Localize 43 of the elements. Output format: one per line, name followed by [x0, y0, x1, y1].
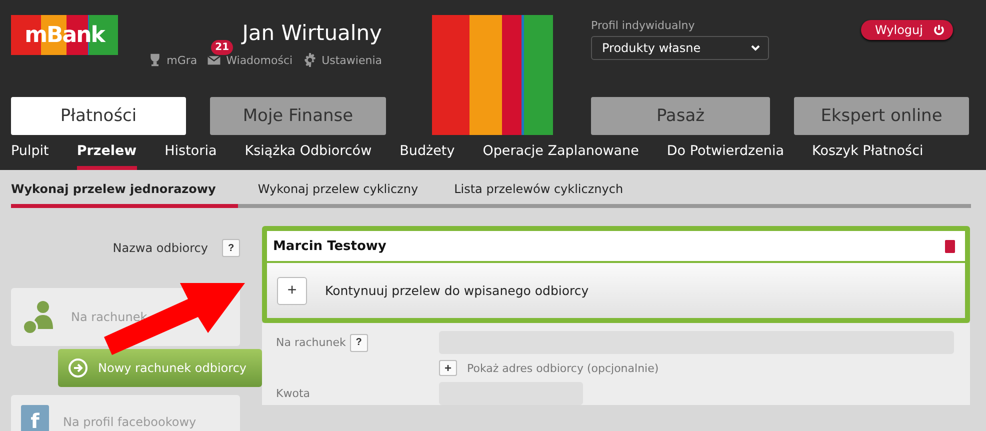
- main-tab[interactable]: Płatności: [11, 97, 186, 135]
- add-button[interactable]: +: [277, 276, 307, 304]
- help-button[interactable]: ?: [350, 334, 368, 352]
- sub-tab[interactable]: Wykonaj przelew jednorazowy: [11, 182, 238, 208]
- sub-tab[interactable]: Lista przelewów cyklicznych: [440, 182, 646, 208]
- address-book-icon[interactable]: [945, 240, 955, 252]
- main-tab[interactable]: Pasaż: [591, 97, 770, 135]
- header-link[interactable]: Wiadomości: [226, 54, 293, 66]
- recipient-field[interactable]: Marcin Testowy: [267, 231, 965, 261]
- arrow-circle-icon: [68, 358, 88, 378]
- nav-tab[interactable]: Do Potwierdzenia: [666, 143, 784, 170]
- count-badge: 21: [211, 40, 234, 55]
- trophy-icon: [148, 53, 162, 67]
- nav-tab[interactable]: Koszyk Płatności: [812, 143, 924, 170]
- nav-tab[interactable]: Pulpit: [11, 143, 49, 170]
- help-button[interactable]: ?: [222, 239, 240, 257]
- profile-select[interactable]: Produkty własne: [591, 36, 769, 60]
- address-link[interactable]: Pokaż adres odbiorcy (opcjonalnie): [467, 362, 659, 374]
- header-link[interactable]: mGra: [166, 54, 198, 66]
- field-label: Na rachunek: [276, 336, 346, 349]
- header-link[interactable]: Ustawienia: [322, 54, 382, 66]
- field-label: Nazwa odbiorcy: [112, 241, 208, 255]
- main-tab[interactable]: Moje Finanse: [210, 97, 386, 135]
- card-label: Na rachunek: [71, 310, 148, 324]
- nav-tab[interactable]: Przelew: [76, 143, 137, 170]
- profile-label: Profil indywidualny: [591, 19, 696, 32]
- logout-button[interactable]: Wyloguj: [861, 20, 953, 40]
- nav-tab[interactable]: Operacje Zaplanowane: [482, 143, 639, 170]
- nav-tab[interactable]: Książka Odbiorców: [244, 143, 372, 170]
- facebook-icon: f: [21, 405, 49, 431]
- envelope-icon: [207, 53, 222, 67]
- suggestion-text[interactable]: Kontynuuj przelew do wpisanego odbiorcy: [325, 283, 589, 298]
- nav-tab[interactable]: Budżety: [400, 143, 455, 170]
- main-tab[interactable]: Ekspert online: [794, 97, 969, 135]
- nav-tab[interactable]: Historia: [164, 143, 217, 170]
- add-button[interactable]: +: [439, 360, 457, 376]
- user-name: Jan Wirtualny: [242, 21, 382, 45]
- power-icon: [933, 24, 945, 36]
- chevron-icon: [751, 45, 760, 51]
- gear-icon: [302, 53, 317, 67]
- sub-tab[interactable]: Wykonaj przelew cykliczny: [238, 182, 440, 208]
- field-label: Kwota: [276, 387, 311, 400]
- card-label: Na profil facebookowy: [63, 415, 196, 429]
